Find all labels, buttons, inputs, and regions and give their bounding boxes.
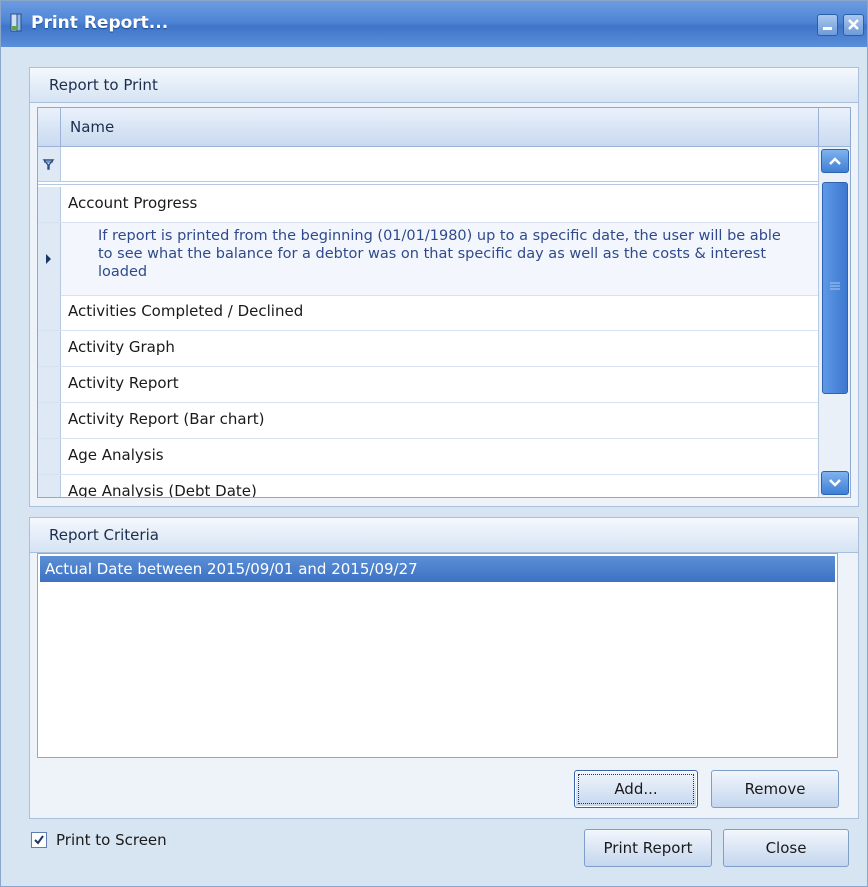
filter-indicator [38, 147, 61, 181]
title-bar[interactable]: Print Report... [1, 1, 867, 47]
list-item[interactable]: Activity Report [38, 367, 818, 403]
row-indicator [38, 331, 61, 366]
criteria-item[interactable]: Actual Date between 2015/09/01 and 2015/… [40, 556, 835, 582]
scroll-thumb[interactable] [822, 182, 848, 394]
row-indicator [38, 187, 61, 222]
row-indicator [38, 439, 61, 474]
criteria-item-label: Actual Date between 2015/09/01 and 2015/… [45, 560, 418, 578]
chevron-up-icon [829, 157, 841, 165]
group-header: Report to Print [30, 68, 858, 103]
print-to-screen-label[interactable]: Print to Screen [56, 831, 167, 849]
filter-icon [42, 159, 55, 170]
report-description: If report is printed from the beginning … [98, 228, 781, 280]
print-to-screen-checkbox[interactable] [31, 832, 47, 848]
close-button-label: Close [765, 839, 807, 857]
report-grid: Name Account Progress If report is print… [37, 107, 851, 498]
current-row-arrow-icon [46, 254, 51, 264]
list-item-label: Activity Graph [68, 338, 175, 356]
column-header-row: Name [38, 108, 850, 147]
list-item[interactable]: Activity Report (Bar chart) [38, 403, 818, 439]
remove-button-label: Remove [744, 780, 806, 798]
list-item[interactable]: Age Analysis [38, 439, 818, 475]
row-indicator [38, 475, 61, 497]
list-item-label: Activity Report (Bar chart) [68, 410, 265, 428]
group-title: Report Criteria [49, 526, 159, 544]
focus-ring [578, 774, 694, 804]
row-indicator [38, 367, 61, 402]
add-button[interactable]: Add... [574, 770, 698, 808]
header-spacer [818, 108, 850, 146]
column-header-name[interactable]: Name [70, 118, 114, 136]
print-report-button-label: Print Report [603, 839, 693, 857]
list-item-label: Age Analysis [68, 446, 164, 464]
window-title: Print Report... [31, 13, 169, 33]
report-icon [10, 13, 22, 32]
list-item[interactable]: Activities Completed / Declined [38, 295, 818, 331]
row-indicator [38, 295, 61, 330]
group-title: Report to Print [49, 76, 158, 94]
filter-input[interactable] [62, 151, 816, 178]
remove-button[interactable]: Remove [711, 770, 839, 808]
criteria-list[interactable]: Actual Date between 2015/09/01 and 2015/… [37, 553, 838, 758]
list-item-label: Account Progress [68, 194, 198, 212]
row-indicator [38, 403, 61, 438]
grip-icon [830, 282, 840, 290]
row-indicator-header [38, 108, 61, 146]
list-item-label: Age Analysis (Debt Date) [68, 482, 257, 498]
list-item[interactable]: Account Progress [38, 187, 818, 223]
close-window-button[interactable] [843, 14, 864, 36]
group-header: Report Criteria [30, 518, 858, 553]
scroll-down-button[interactable] [821, 471, 849, 495]
row-indicator [38, 223, 61, 295]
list-item[interactable]: Activity Graph [38, 331, 818, 367]
checkmark-icon [34, 835, 44, 845]
vertical-scrollbar[interactable] [818, 147, 850, 497]
minimize-icon [823, 27, 832, 30]
filter-row [38, 147, 850, 185]
scroll-up-button[interactable] [821, 149, 849, 173]
minimize-button[interactable] [817, 14, 838, 36]
list-item-selected[interactable]: If report is printed from the beginning … [38, 223, 818, 296]
close-icon [848, 19, 859, 30]
close-button[interactable]: Close [723, 829, 849, 867]
print-report-button[interactable]: Print Report [584, 829, 712, 867]
print-report-dialog: Print Report... Report to Print Name Acc… [0, 0, 868, 887]
chevron-down-icon [829, 479, 841, 487]
list-item-label: Activities Completed / Declined [68, 302, 304, 320]
list-item-label: Activity Report [68, 374, 179, 392]
list-item[interactable]: Age Analysis (Debt Date) [38, 475, 818, 498]
